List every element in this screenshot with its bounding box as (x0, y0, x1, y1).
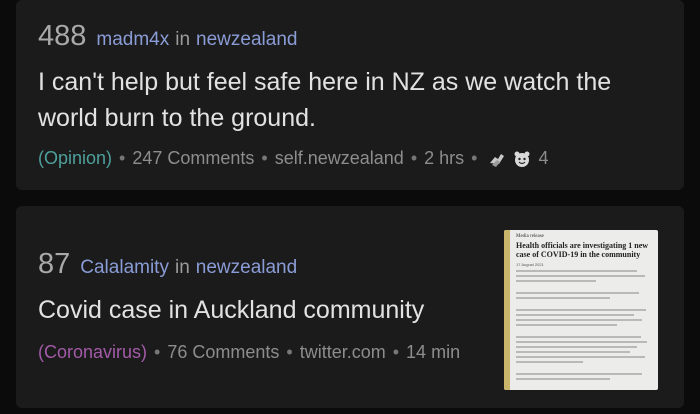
comments-link[interactable]: 247 Comments (132, 148, 254, 169)
post-flair[interactable]: (Coronavirus) (38, 342, 147, 363)
subreddit-link[interactable]: newzealand (196, 29, 297, 51)
in-label: in (175, 29, 191, 50)
separator-dot: • (392, 342, 400, 362)
award-count: 4 (538, 148, 549, 168)
thumbnail-body-text (516, 270, 650, 390)
in-label: in (174, 257, 190, 278)
post-author-link[interactable]: Calalamity (80, 257, 169, 279)
post-thumbnail[interactable]: Media release Health officials are inves… (504, 230, 658, 390)
separator-dot: • (410, 148, 418, 168)
thumbnail-kicker: Media release (516, 234, 544, 239)
wholesome-award-icon[interactable] (512, 149, 532, 169)
separator-dot: • (471, 148, 478, 168)
thumbnail-date: 17 August 2021 (516, 262, 544, 267)
separator-dot: • (119, 148, 126, 168)
post-header: 87 Calalamity in newzealand (38, 248, 297, 281)
post-author-link[interactable]: madm4x (96, 29, 169, 51)
subreddit-link[interactable]: newzealand (196, 257, 297, 279)
post-info: (Opinion) • 247 Comments • self.newzeala… (38, 148, 548, 169)
post-info: (Coronavirus) • 76 Comments • twitter.co… (38, 342, 460, 363)
post-title[interactable]: Covid case in Auckland community (38, 292, 458, 328)
post-score: 87 (38, 248, 71, 280)
awards-hands-icon[interactable] (488, 149, 508, 169)
separator-dot: • (261, 148, 268, 168)
post-title[interactable]: I can't help but feel safe here in NZ as… (38, 64, 658, 136)
thumbnail-headline: Health officials are investigating 1 new… (516, 241, 649, 259)
post-card[interactable]: 488 madm4x in newzealand I can't help bu… (16, 0, 684, 190)
post-domain[interactable]: twitter.com (300, 342, 386, 363)
post-time: 2 hrs (424, 148, 465, 168)
comments-link[interactable]: 76 Comments (167, 342, 279, 363)
separator-dot: • (286, 342, 293, 362)
post-card[interactable]: 87 Calalamity in newzealand Covid case i… (16, 206, 684, 408)
post-score: 488 (38, 20, 87, 52)
post-domain[interactable]: self.newzealand (275, 148, 404, 169)
post-header: 488 madm4x in newzealand (38, 20, 297, 53)
post-flair[interactable]: (Opinion) (38, 148, 112, 169)
separator-dot: • (154, 342, 161, 362)
thumbnail-accent-bar (504, 230, 510, 390)
post-time: 14 min (406, 342, 461, 362)
